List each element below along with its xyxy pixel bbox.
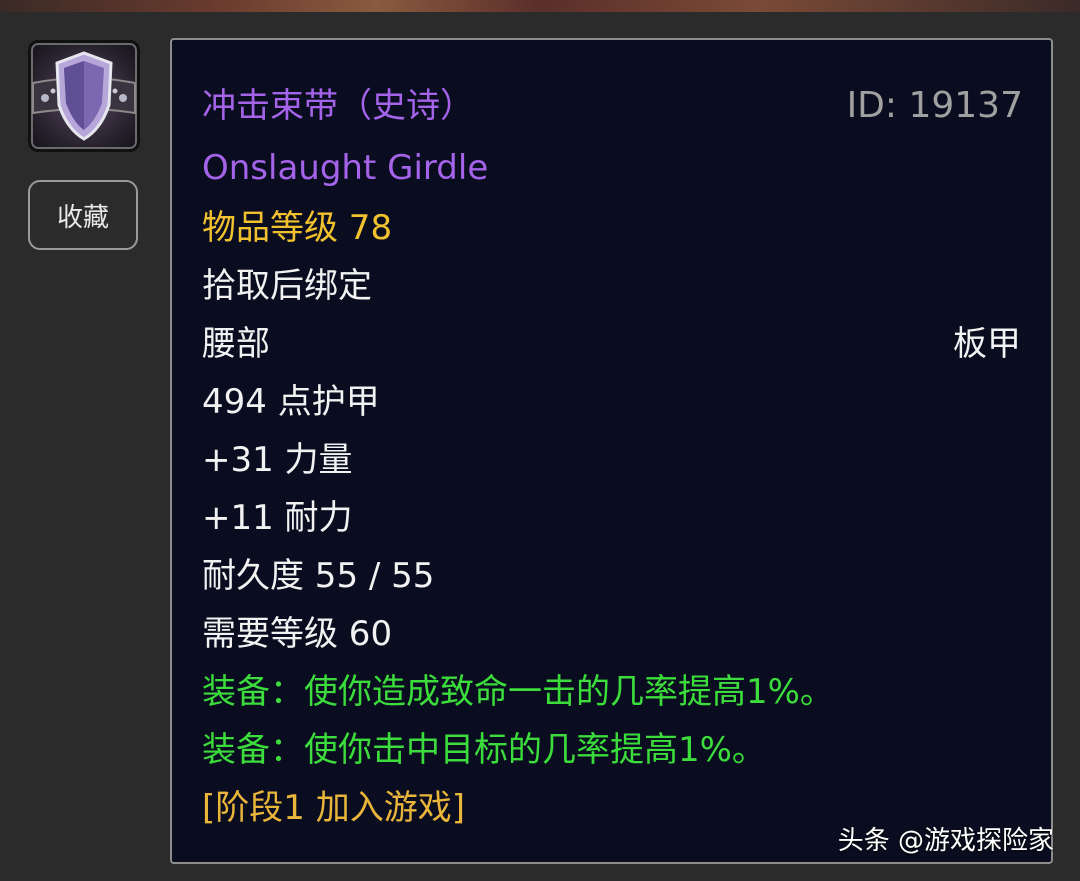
slot-text: 腰部 bbox=[202, 324, 270, 364]
armor-type-text: 板甲 bbox=[953, 324, 1021, 364]
durability-text: 耐久度 55 / 55 bbox=[202, 556, 435, 596]
stat-stamina: +11 耐力 bbox=[202, 498, 353, 538]
item-name-en: Onslaught Girdle bbox=[202, 148, 489, 188]
equip-effect-hit: 装备：使你击中目标的几率提高1%。 bbox=[202, 730, 766, 770]
phase-text: [阶段1 加入游戏] bbox=[202, 788, 465, 828]
background-banner-strip bbox=[0, 0, 1080, 12]
item-id: ID: 19137 bbox=[846, 85, 1023, 126]
item-level: 物品等级 78 bbox=[202, 208, 393, 248]
item-name-cn: 冲击束带（史诗） bbox=[202, 86, 474, 126]
favorite-button[interactable]: 收藏 bbox=[28, 180, 138, 250]
stat-strength: +31 力量 bbox=[202, 440, 353, 480]
shield-belt-icon[interactable] bbox=[28, 40, 140, 152]
armor-value: 494 点护甲 bbox=[202, 382, 380, 422]
binding-text: 拾取后绑定 bbox=[202, 266, 372, 306]
required-level: 需要等级 60 bbox=[202, 614, 393, 654]
item-tooltip: 冲击束带（史诗） ID: 19137 Onslaught Girdle 物品等级… bbox=[170, 38, 1053, 864]
equip-effect-crit: 装备：使你造成致命一击的几率提高1%。 bbox=[202, 672, 834, 712]
watermark: 头条 @游戏探险家 bbox=[837, 826, 1054, 856]
